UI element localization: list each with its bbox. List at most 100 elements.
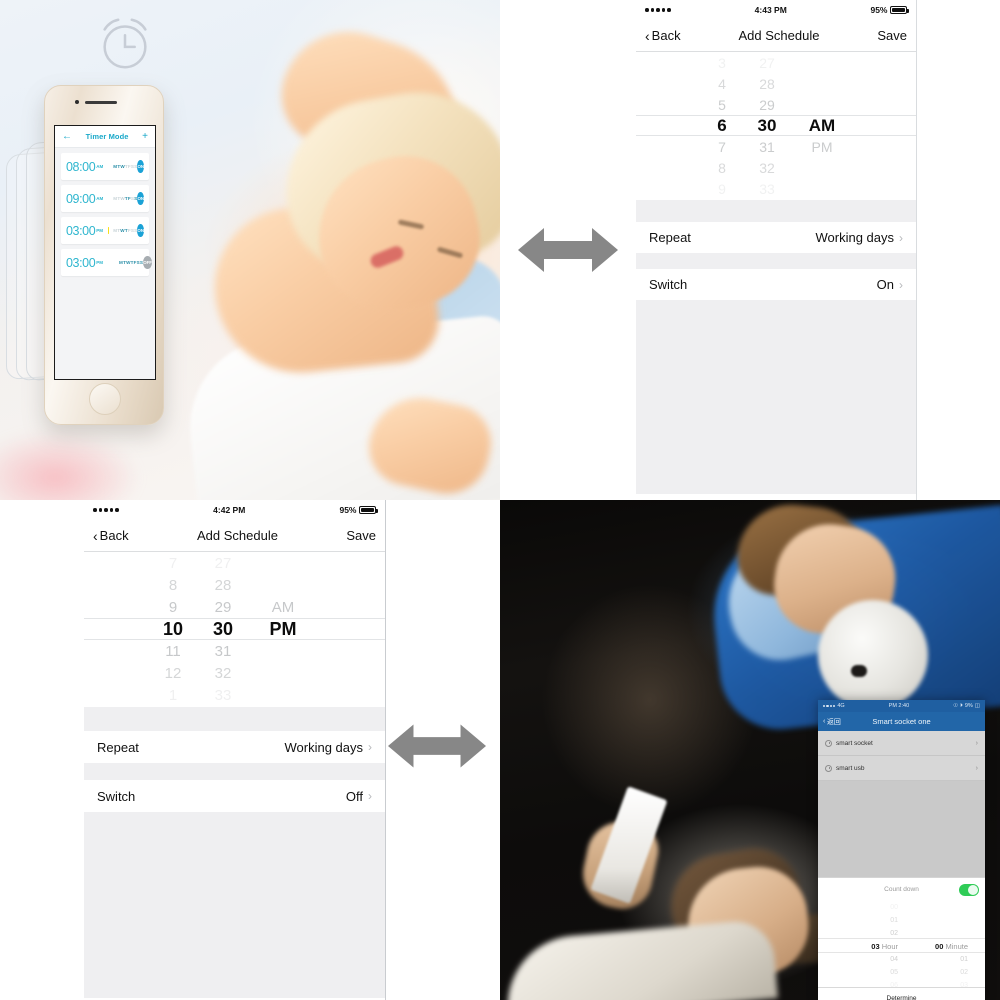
timer-mode-title: Timer Mode [85,132,129,141]
front-camera [75,100,79,104]
page-title: Add Schedule [196,528,278,543]
back-button[interactable]: ‹ Back [93,528,129,543]
arrow-left-icon[interactable]: ← [62,131,72,142]
section-gap-2 [636,253,916,269]
time-picker[interactable]: 7 27 8 28 9 29 AM 10 30 PM 11 31 12 32 1 33 [84,552,385,707]
timer-time: 08:00 [66,159,96,174]
switch-value-wrap: On › [877,277,903,292]
timer-days: MTWTFSS [119,260,144,265]
picker-minute-cell: 29 [214,598,232,616]
switch-value: Off [345,788,363,804]
picker-minute-cell: 30 [212,618,234,639]
timer-days: MTWTFSS [113,228,138,233]
countdown-row[interactable]: 01 [818,914,985,927]
iphone-mockup: ← Timer Mode + 08:00 AM MTWTFSS ON 09:00 AM MT… [44,85,164,425]
timer-meridiem: PM [96,260,104,265]
countdown-minute-cell: 01 [960,956,968,963]
page-title: Add Schedule [738,28,820,43]
countdown-row[interactable]: 06 03 [818,979,985,992]
timer-row[interactable]: 03:00 PM MTWTFSS ON [61,217,149,244]
picker-row[interactable]: 8 28 [84,574,385,596]
countdown-row[interactable]: 00 [818,901,985,914]
picker-minute-cell: 30 [757,115,777,135]
countdown-row[interactable]: 02 [818,927,985,940]
panel-bottom-left: 4:42 PM 95% ‹ Back Add Schedule Save 7 27… [0,500,500,1000]
timer-switch-badge[interactable]: ON [137,160,145,173]
picker-row[interactable]: 9 33 [636,178,916,199]
countdown-row-selected[interactable]: 03 Hour 00 Minute [818,940,985,953]
battery-indicator: 95% [339,505,378,515]
picker-minute-cell: 28 [214,576,232,594]
picker-row[interactable]: 8 32 [636,157,916,178]
countdown-title: Count down [884,886,919,893]
add-schedule-screen-pm: 4:42 PM 95% ‹ Back Add Schedule Save 7 27… [84,500,386,1000]
picker-row[interactable]: 4 28 [636,73,916,94]
picker-row[interactable]: 12 32 [84,662,385,684]
picker-meridiem-cell: PM [811,138,833,155]
save-button[interactable]: Save [346,528,376,543]
countdown-toggle[interactable] [959,883,979,896]
section-gap-1 [636,200,916,222]
countdown-row[interactable]: 05 02 [818,966,985,979]
battery-percent: 9% [964,703,973,709]
device-list-item[interactable]: smart usb › [818,756,985,781]
switch-row[interactable]: Switch On › [636,269,916,300]
timer-row[interactable]: 08:00 AM MTWTFSS ON [61,153,149,180]
section-gap-3 [636,300,916,494]
phone-screen: ← Timer Mode + 08:00 AM MTWTFSS ON 09:00 AM MT… [54,125,156,380]
location-icon: ⏵ [960,702,963,709]
countdown-hour-cell: 01 [890,917,898,924]
chevron-right-icon: › [975,739,978,747]
timer-switch-badge[interactable]: ON [137,224,144,237]
picker-row[interactable]: 7 27 [84,552,385,574]
list-empty-area [818,781,985,877]
device-list-item[interactable]: smart socket › [818,731,985,756]
time-picker[interactable]: 3 27 4 28 5 29 6 30 AM 7 31 PM 8 32 9 33 [636,52,916,200]
picker-minute-cell: 32 [759,159,775,176]
picker-row[interactable]: 3 27 [636,52,916,73]
chevron-right-icon: › [368,789,372,803]
timer-meridiem: AM [96,196,104,201]
picker-row[interactable]: 7 31 PM [636,136,916,157]
countdown-minute-cell: 00 Minute [935,942,968,951]
picker-row[interactable]: 5 29 [636,94,916,115]
status-time: PM 2:40 [888,703,910,709]
countdown-hour-cell: 02 [890,930,898,937]
timer-switch-badge[interactable]: ON [137,192,145,205]
battery-percent: 95% [339,505,357,515]
switch-row[interactable]: Switch Off › [84,780,385,812]
product-collage: ← Timer Mode + 08:00 AM MTWTFSS ON 09:00 AM MT… [0,0,1000,1000]
woman-body [502,918,778,1000]
picker-row-selected[interactable]: 10 30 PM [84,618,385,640]
double-arrow-horizontal-icon [518,228,618,272]
timer-mode-navbar: ← Timer Mode + [55,126,155,148]
picker-minute-cell: 28 [759,75,775,92]
chevron-right-icon: › [975,764,978,772]
countdown-row[interactable]: 04 01 [818,953,985,966]
picker-minute-cell: 32 [214,664,232,682]
picker-row[interactable]: 1 33 [84,684,385,706]
timer-switch-badge[interactable]: OFF [143,256,152,269]
plus-icon[interactable]: + [142,131,148,142]
countdown-minute-cell: 02 [960,969,968,976]
signal-dots-icon [823,704,836,708]
status-time: 4:42 PM [213,505,246,515]
timer-row[interactable]: 09:00 AM MTWTFSS ON [61,185,149,212]
countdown-picker[interactable]: 00 01 02 03 Hour 00 Minute 04 01 05 02 06 03 [818,901,985,989]
teddy-bear [818,600,928,710]
countdown-header: Count down [818,878,985,901]
switch-label: Switch [97,788,136,804]
repeat-row[interactable]: Repeat Working days › [636,222,916,253]
timer-row[interactable]: 03:00 PM MTWTFSS OFF [61,249,152,276]
timer-list: 08:00 AM MTWTFSS ON 09:00 AM MTWTFSS ON 03:00 PM M… [55,148,155,276]
picker-row[interactable]: 11 31 [84,640,385,662]
picker-row[interactable]: 9 29 AM [84,596,385,618]
picker-minute-cell: 29 [759,96,775,113]
carrier-label: 4G [837,703,845,709]
device-list: smart socket › smart usb › [818,731,985,781]
back-button[interactable]: ‹ Back [645,28,681,43]
home-button[interactable] [89,383,121,415]
picker-row-selected[interactable]: 6 30 AM [636,115,916,136]
save-button[interactable]: Save [877,28,907,43]
repeat-row[interactable]: Repeat Working days › [84,731,385,763]
